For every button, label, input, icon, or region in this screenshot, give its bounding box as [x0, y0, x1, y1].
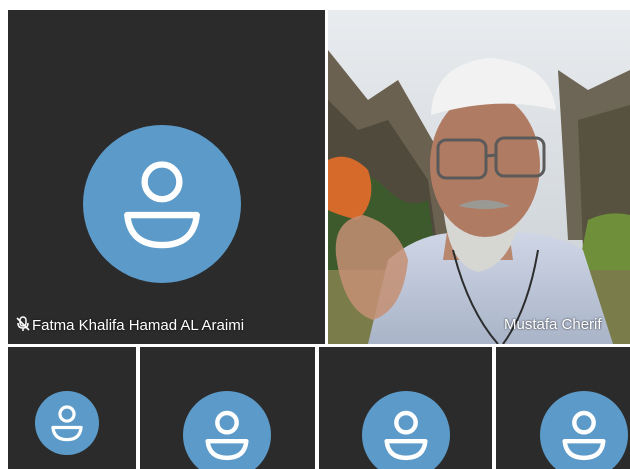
person-icon	[183, 391, 271, 469]
participant-tile[interactable]	[319, 347, 492, 469]
participant-tile-mustafa[interactable]: Mustafa Cherif	[328, 10, 630, 344]
person-icon	[540, 391, 628, 469]
person-icon	[83, 125, 241, 283]
participant-tile[interactable]	[140, 347, 315, 469]
mic-muted-icon	[16, 316, 30, 332]
person-icon	[362, 391, 450, 469]
participant-name-label: Fatma Khalifa Hamad AL Araimi	[16, 316, 244, 334]
participant-tile-fatma[interactable]: Fatma Khalifa Hamad AL Araimi	[8, 10, 325, 344]
participant-tile[interactable]	[496, 347, 630, 469]
person-icon	[35, 391, 99, 455]
participant-tile[interactable]	[8, 347, 136, 469]
participant-name-label: Mustafa Cherif	[504, 316, 602, 333]
participant-video-feed	[328, 10, 630, 344]
